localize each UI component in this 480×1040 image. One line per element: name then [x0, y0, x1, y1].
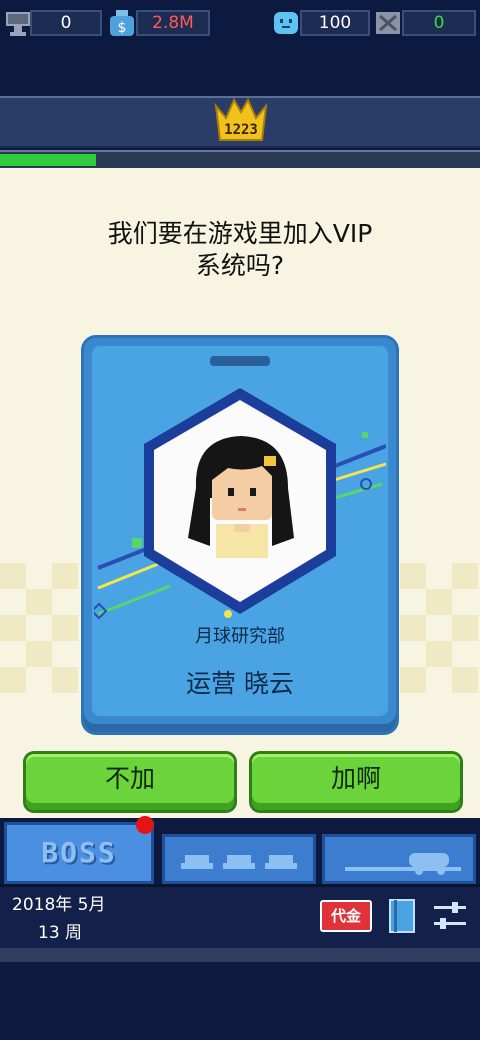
game-progress-label: 游戏完成度 40% — [186, 152, 279, 168]
progress-percent: 40% — [255, 153, 280, 166]
tab-departments[interactable] — [162, 834, 316, 884]
question-line-2: 系统吗? — [195, 251, 285, 280]
footer-strip — [0, 948, 480, 962]
progress-title: 游戏完成度 — [186, 153, 241, 166]
badge-slot — [210, 356, 270, 366]
money-counter: 2.8M — [136, 10, 210, 36]
date-month: 2018年 5月 — [12, 895, 106, 915]
decline-button[interactable]: 不加 — [26, 754, 234, 810]
money-bag-icon: $ — [110, 10, 134, 36]
notification-dot — [136, 816, 154, 834]
date-week: 13 周 — [38, 923, 83, 943]
settings-icon[interactable] — [434, 900, 466, 932]
checker-decoration-left — [0, 563, 78, 693]
bugs-counter: 0 — [402, 10, 476, 36]
crown-rank: 1223 — [224, 122, 258, 138]
bug-icon — [376, 12, 400, 34]
badge-person: 运营 晓云 — [186, 669, 294, 698]
tab-shop[interactable] — [322, 834, 476, 884]
tab-boss-label: BOSS — [41, 836, 117, 869]
research-icon — [6, 12, 30, 36]
game-progress-bar: 游戏完成度 40% — [0, 150, 480, 170]
svg-text:$: $ — [118, 20, 127, 36]
event-question: 我们要在游戏里加入VIP 系统吗? — [40, 218, 440, 282]
departments-icon — [181, 855, 297, 869]
checker-decoration-right — [400, 563, 478, 693]
badge-department: 月球研究部 — [195, 626, 285, 647]
tab-boss[interactable]: BOSS — [4, 822, 154, 884]
fan-icon — [274, 12, 298, 34]
vehicle-icon — [345, 853, 461, 875]
game-progress-fill — [0, 154, 96, 166]
question-line-1: 我们要在游戏里加入VIP — [107, 219, 373, 248]
voucher-button[interactable]: 代金 — [320, 900, 372, 932]
fans-counter: 100 — [300, 10, 370, 36]
accept-button[interactable]: 加啊 — [252, 754, 460, 810]
avatar — [188, 436, 294, 558]
book-icon[interactable] — [388, 898, 416, 934]
research-counter: 0 — [30, 10, 102, 36]
